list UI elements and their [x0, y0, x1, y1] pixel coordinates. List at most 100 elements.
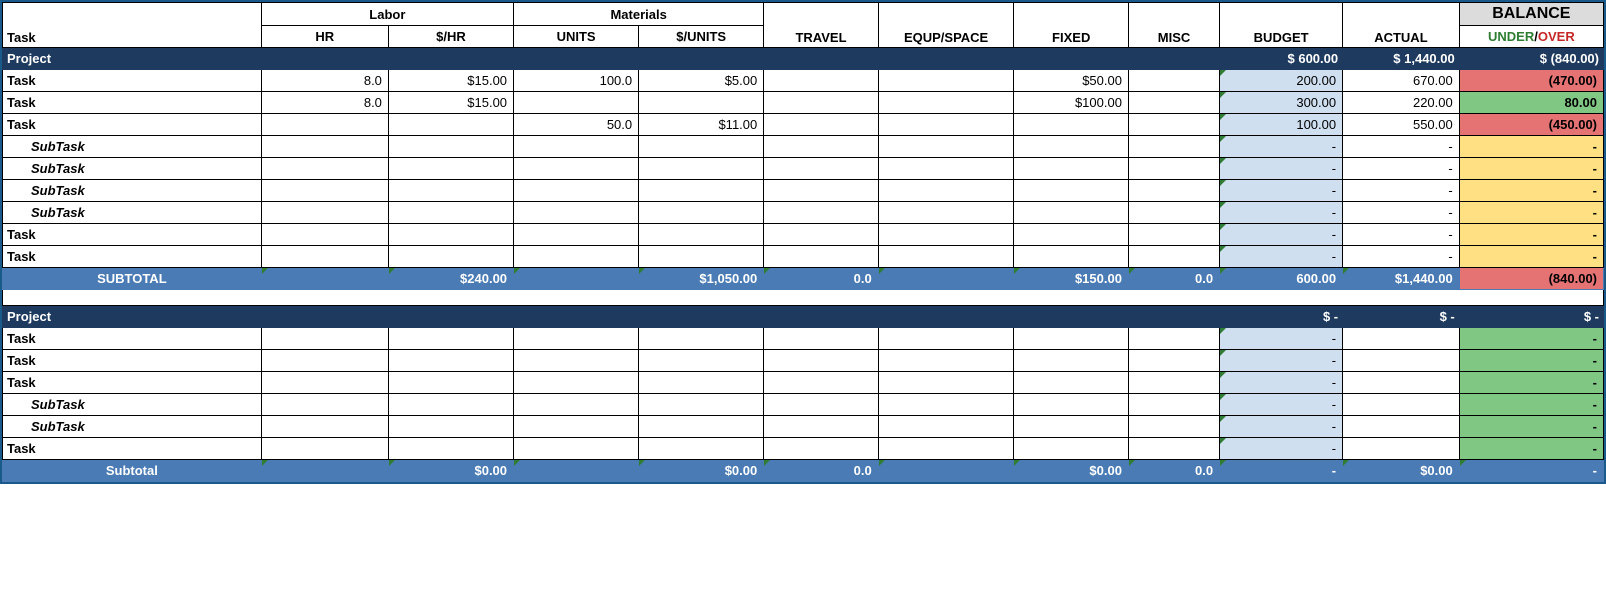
cell-fixed[interactable]: [1014, 438, 1129, 460]
cell-urate[interactable]: [639, 136, 764, 158]
row-label[interactable]: SubTask: [3, 180, 262, 202]
cell-fixed[interactable]: [1014, 416, 1129, 438]
cell-urate[interactable]: [639, 416, 764, 438]
cell-rate[interactable]: $15.00: [388, 92, 513, 114]
project-label[interactable]: Project: [3, 306, 262, 328]
cell-budget[interactable]: -: [1220, 202, 1343, 224]
cell-actual[interactable]: -: [1343, 202, 1460, 224]
cell-hr[interactable]: [261, 394, 388, 416]
cell-urate[interactable]: [639, 246, 764, 268]
cell-budget[interactable]: -: [1220, 350, 1343, 372]
cell-balance[interactable]: -: [1459, 158, 1603, 180]
cell-rate[interactable]: [388, 246, 513, 268]
cell-actual[interactable]: 670.00: [1343, 70, 1460, 92]
cell-travel[interactable]: [764, 328, 879, 350]
cell-rate[interactable]: [388, 202, 513, 224]
cell-urate[interactable]: [639, 224, 764, 246]
cell-misc[interactable]: [1128, 114, 1219, 136]
cell-hr[interactable]: 8.0: [261, 92, 388, 114]
cell-balance[interactable]: 80.00: [1459, 92, 1603, 114]
cell-travel[interactable]: [764, 394, 879, 416]
cell-units[interactable]: [514, 158, 639, 180]
cell-travel[interactable]: [764, 114, 879, 136]
cell-equip[interactable]: [878, 202, 1014, 224]
cell-actual[interactable]: -: [1343, 136, 1460, 158]
cell-rate[interactable]: [388, 136, 513, 158]
cell-budget[interactable]: 300.00: [1220, 92, 1343, 114]
cell-units[interactable]: [514, 416, 639, 438]
cell-travel[interactable]: [764, 92, 879, 114]
row-label[interactable]: Task: [3, 438, 262, 460]
cell-urate[interactable]: [639, 92, 764, 114]
cell-actual[interactable]: [1343, 372, 1460, 394]
cell-misc[interactable]: [1128, 372, 1219, 394]
cell-travel[interactable]: [764, 438, 879, 460]
cell-budget[interactable]: -: [1220, 416, 1343, 438]
cell-hr[interactable]: [261, 202, 388, 224]
cell-hr[interactable]: [261, 372, 388, 394]
cell-misc[interactable]: [1128, 224, 1219, 246]
cell-travel[interactable]: [764, 70, 879, 92]
cell-travel[interactable]: [764, 372, 879, 394]
cell-fixed[interactable]: [1014, 246, 1129, 268]
cell-equip[interactable]: [878, 70, 1014, 92]
cell-units[interactable]: [514, 350, 639, 372]
cell-balance[interactable]: (470.00): [1459, 70, 1603, 92]
cell-hr[interactable]: [261, 438, 388, 460]
cell-misc[interactable]: [1128, 136, 1219, 158]
cell-rate[interactable]: [388, 224, 513, 246]
cell-units[interactable]: [514, 246, 639, 268]
project-balance[interactable]: $ (840.00): [1459, 48, 1603, 70]
cell-rate[interactable]: [388, 372, 513, 394]
cell-misc[interactable]: [1128, 92, 1219, 114]
cell-fixed[interactable]: [1014, 202, 1129, 224]
row-label[interactable]: SubTask: [3, 394, 262, 416]
cell-units[interactable]: [514, 180, 639, 202]
cell-travel[interactable]: [764, 136, 879, 158]
cell-misc[interactable]: [1128, 158, 1219, 180]
cell-actual[interactable]: 550.00: [1343, 114, 1460, 136]
cell-fixed[interactable]: [1014, 394, 1129, 416]
cell-units[interactable]: [514, 224, 639, 246]
row-label[interactable]: SubTask: [3, 136, 262, 158]
cell-balance[interactable]: -: [1459, 328, 1603, 350]
cell-urate[interactable]: $11.00: [639, 114, 764, 136]
cell-rate[interactable]: [388, 328, 513, 350]
cell-balance[interactable]: -: [1459, 224, 1603, 246]
cell-balance[interactable]: -: [1459, 136, 1603, 158]
project-actual[interactable]: $ 1,440.00: [1343, 48, 1460, 70]
cell-urate[interactable]: [639, 158, 764, 180]
cell-balance[interactable]: -: [1459, 180, 1603, 202]
cell-hr[interactable]: [261, 180, 388, 202]
cell-equip[interactable]: [878, 328, 1014, 350]
cell-equip[interactable]: [878, 350, 1014, 372]
row-label[interactable]: SubTask: [3, 158, 262, 180]
cell-travel[interactable]: [764, 202, 879, 224]
cell-travel[interactable]: [764, 416, 879, 438]
cell-urate[interactable]: [639, 394, 764, 416]
cell-actual[interactable]: [1343, 438, 1460, 460]
row-label[interactable]: SubTask: [3, 416, 262, 438]
project-balance[interactable]: $ -: [1459, 306, 1603, 328]
cell-budget[interactable]: -: [1220, 372, 1343, 394]
cell-travel[interactable]: [764, 246, 879, 268]
cell-units[interactable]: 100.0: [514, 70, 639, 92]
cell-balance[interactable]: -: [1459, 202, 1603, 224]
cell-fixed[interactable]: [1014, 114, 1129, 136]
cell-actual[interactable]: -: [1343, 224, 1460, 246]
cell-fixed[interactable]: [1014, 136, 1129, 158]
cell-equip[interactable]: [878, 180, 1014, 202]
cell-fixed[interactable]: [1014, 328, 1129, 350]
cell-misc[interactable]: [1128, 328, 1219, 350]
cell-urate[interactable]: [639, 202, 764, 224]
cell-travel[interactable]: [764, 180, 879, 202]
cell-actual[interactable]: [1343, 416, 1460, 438]
row-label[interactable]: Task: [3, 92, 262, 114]
cell-fixed[interactable]: $100.00: [1014, 92, 1129, 114]
cell-fixed[interactable]: [1014, 180, 1129, 202]
cell-travel[interactable]: [764, 158, 879, 180]
cell-units[interactable]: [514, 372, 639, 394]
cell-equip[interactable]: [878, 438, 1014, 460]
cell-hr[interactable]: [261, 136, 388, 158]
cell-rate[interactable]: [388, 180, 513, 202]
